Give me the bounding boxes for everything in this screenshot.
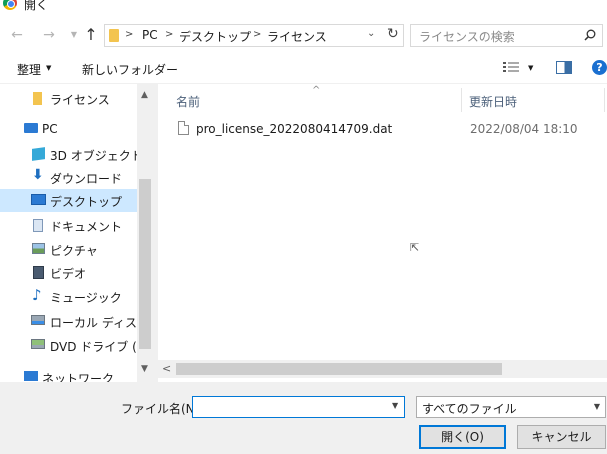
video-icon bbox=[33, 266, 44, 279]
chrome-icon bbox=[3, 0, 17, 10]
nav-item-downloads[interactable]: ⬇ ダウンロード bbox=[0, 166, 137, 189]
horizontal-scrollbar[interactable]: < bbox=[158, 360, 607, 378]
folder-icon bbox=[109, 29, 119, 42]
documents-icon bbox=[33, 219, 43, 232]
search-icon[interactable] bbox=[584, 29, 596, 41]
file-row[interactable]: pro_license_2022080414709.dat 2022/08/04… bbox=[172, 118, 602, 140]
filename-input[interactable] bbox=[192, 396, 405, 418]
back-arrow-icon[interactable]: ← bbox=[8, 26, 26, 44]
cancel-button[interactable]: キャンセル bbox=[517, 425, 606, 449]
nav-item-label: ドキュメント bbox=[50, 220, 123, 234]
breadcrumb-pc[interactable]: PC bbox=[142, 28, 158, 42]
help-icon[interactable]: ? bbox=[592, 60, 607, 75]
nav-item-label: デスクトップ bbox=[50, 195, 123, 209]
mouse-cursor-icon: ⇱ bbox=[410, 241, 420, 254]
scroll-left-icon[interactable]: < bbox=[162, 362, 171, 375]
file-date: 2022/08/04 18:10 bbox=[470, 122, 578, 136]
nav-item-label: ビデオ bbox=[50, 267, 87, 281]
nav-item-label: ライセンス bbox=[50, 93, 110, 107]
column-header-name[interactable]: 名前 bbox=[176, 93, 200, 110]
network-icon bbox=[24, 371, 38, 381]
title-bar: 開く bbox=[0, 0, 607, 20]
nav-item-documents[interactable]: ドキュメント bbox=[0, 214, 137, 237]
nav-item-label: ピクチャ bbox=[50, 244, 98, 258]
navigation-pane[interactable]: ライセンス PC 3D オブジェクト ⬇ ダウンロード デスクトップ ドキュメン… bbox=[0, 84, 153, 382]
open-button[interactable]: 開く(O) bbox=[419, 425, 506, 449]
nav-item-pictures[interactable]: ピクチャ bbox=[0, 238, 137, 261]
folder-icon bbox=[33, 92, 42, 105]
music-icon: ♪ bbox=[32, 286, 42, 304]
search-placeholder: ライセンスの検索 bbox=[419, 30, 515, 44]
nav-item-license[interactable]: ライセンス bbox=[0, 87, 137, 110]
dvd-drive-icon bbox=[31, 339, 45, 349]
nav-item-label: ダウンロード bbox=[50, 172, 123, 186]
nav-item-label: ミュージック bbox=[50, 291, 122, 305]
nav-item-label: ネットワーク bbox=[42, 372, 115, 382]
caret-down-icon[interactable]: ▼ bbox=[46, 64, 51, 72]
desktop-icon bbox=[31, 194, 46, 205]
preview-pane-icon[interactable] bbox=[556, 61, 572, 74]
new-folder-button[interactable]: 新しいフォルダー bbox=[82, 61, 178, 78]
download-icon: ⬇ bbox=[32, 167, 44, 183]
sort-arrow-icon: ^ bbox=[312, 85, 321, 96]
address-bar[interactable]: > PC > デスクトップ > ライセンス ⌄ ↻ bbox=[104, 24, 404, 47]
file-name: pro_license_2022080414709.dat bbox=[196, 122, 393, 136]
search-input[interactable]: ライセンスの検索 bbox=[410, 24, 603, 47]
filetype-select[interactable]: すべてのファイル ▼ bbox=[416, 396, 606, 418]
nav-item-network[interactable]: ネットワーク bbox=[0, 366, 137, 382]
nav-item-local-disk[interactable]: ローカル ディスク (C bbox=[0, 310, 153, 333]
breadcrumb-desktop[interactable]: デスクトップ bbox=[179, 28, 251, 45]
file-icon bbox=[178, 121, 189, 135]
window-title: 開く bbox=[24, 0, 49, 12]
address-row: ← → ▼ ↑ > PC > デスクトップ > ライセンス ⌄ ↻ ライセンスの… bbox=[0, 20, 607, 52]
chevron-down-icon: ▼ bbox=[593, 402, 600, 411]
nav-item-music[interactable]: ♪ ミュージック bbox=[0, 285, 137, 308]
up-arrow-icon[interactable]: ↑ bbox=[82, 26, 100, 44]
crumb-separator-icon[interactable]: > bbox=[253, 29, 261, 40]
nav-scrollbar-thumb[interactable] bbox=[139, 179, 151, 349]
pictures-icon bbox=[32, 243, 45, 254]
nav-item-pc[interactable]: PC bbox=[0, 118, 137, 141]
local-disk-icon bbox=[31, 315, 45, 325]
caret-down-icon[interactable]: ▼ bbox=[528, 64, 533, 72]
3d-objects-icon bbox=[32, 147, 45, 161]
chevron-down-icon[interactable]: ▼ bbox=[392, 401, 398, 410]
scroll-up-icon[interactable]: ▲ bbox=[141, 90, 148, 100]
breadcrumb-license[interactable]: ライセンス bbox=[267, 28, 327, 45]
nav-item-videos[interactable]: ビデオ bbox=[0, 261, 137, 284]
column-divider[interactable] bbox=[604, 88, 605, 112]
file-list[interactable]: ^ 名前 更新日時 pro_license_2022080414709.dat … bbox=[158, 84, 607, 382]
recent-locations-icon[interactable]: ▼ bbox=[65, 26, 83, 44]
chevron-down-icon[interactable]: ⌄ bbox=[367, 28, 375, 39]
horizontal-scrollbar-thumb[interactable] bbox=[176, 363, 502, 375]
organize-button[interactable]: 整理 bbox=[17, 61, 41, 78]
nav-item-desktop[interactable]: デスクトップ bbox=[0, 189, 137, 212]
toolbar: 整理 ▼ 新しいフォルダー ▼ ? bbox=[0, 52, 607, 84]
nav-item-label: PC bbox=[42, 122, 58, 136]
refresh-icon[interactable]: ↻ bbox=[387, 26, 399, 42]
column-divider[interactable] bbox=[461, 88, 462, 112]
view-options-icon[interactable] bbox=[503, 61, 519, 74]
nav-item-dvd-drive[interactable]: DVD ドライブ (D:) bbox=[0, 334, 153, 357]
forward-arrow-icon[interactable]: → bbox=[40, 26, 58, 44]
crumb-separator-icon[interactable]: > bbox=[125, 29, 133, 40]
computer-icon bbox=[24, 123, 38, 133]
column-header-date[interactable]: 更新日時 bbox=[469, 93, 517, 110]
filetype-value: すべてのファイル bbox=[422, 402, 517, 416]
scroll-down-icon[interactable]: ▼ bbox=[141, 364, 148, 374]
nav-item-3d-objects[interactable]: 3D オブジェクト bbox=[0, 143, 143, 166]
nav-item-label: 3D オブジェクト bbox=[50, 149, 143, 163]
crumb-separator-icon[interactable]: > bbox=[165, 29, 173, 40]
